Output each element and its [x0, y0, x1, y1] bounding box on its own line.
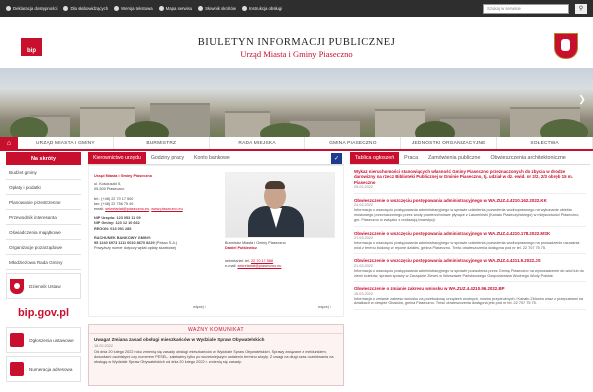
- site-header: bip BIULETYN INFORMACJI PUBLICZNEJ Urząd…: [0, 17, 593, 68]
- sidebar-heading: Na skróty: [6, 152, 81, 165]
- office-details: Urząd Miasta i Gminy Piaseczno ul. Kości…: [88, 165, 344, 317]
- city-banner: ❯: [0, 68, 593, 137]
- tab-management[interactable]: Kierownictwo urzędu: [88, 152, 146, 164]
- nav-item-municipality[interactable]: GMINA PIASECZNO: [305, 137, 402, 149]
- sidebar-item-fees[interactable]: Opłaty i podatki: [6, 180, 81, 195]
- news-body: Informacja o wszczęciu postępowania admi…: [354, 240, 580, 250]
- nav-item-villages[interactable]: SOŁECTWA: [497, 137, 593, 149]
- nav-item-units[interactable]: JEDNOSTKI ORGANIZACYJNE: [401, 137, 498, 149]
- list-item: Obwieszczenie o wszczęciu postępowania a…: [354, 227, 586, 255]
- accessibility-link[interactable]: Deklaracja dostępności: [6, 6, 57, 11]
- notice-title[interactable]: Uwaga! Zmiana zasad obsługi mieszkańców …: [89, 334, 343, 343]
- page: Deklaracja dostępności Dla słabowidzącyc…: [0, 0, 593, 392]
- sidebar: Na skróty Budżet gminy Opłaty i podatki …: [6, 152, 81, 382]
- sidebar-item-youth-council[interactable]: Młodzieżowa Rada Gminy: [6, 255, 81, 270]
- journal-of-laws-link[interactable]: Dziennik Ustaw: [6, 273, 81, 299]
- news-body: Informacja o wszczęciu postępowania admi…: [354, 208, 580, 222]
- office-more-link[interactable]: więcej: [193, 305, 206, 309]
- home-icon[interactable]: ⌂: [0, 137, 18, 149]
- news-body: Informacja o zmianie zakresu wniosku na …: [354, 296, 583, 306]
- list-item: Obwieszczenie o zmianie zakresu wniosku …: [354, 282, 586, 311]
- manual-link[interactable]: Instrukcja obsługi: [241, 6, 282, 11]
- nav-item-council[interactable]: RADA MIEJSKA: [210, 137, 306, 149]
- search-button[interactable]: ⚲: [575, 3, 587, 14]
- glossary-link[interactable]: Słownik skrótów: [198, 6, 236, 11]
- office-tabs: Kierownictwo urzędu Godziny pracy Konto …: [88, 152, 344, 165]
- office-panel: Kierownictwo urzędu Godziny pracy Konto …: [88, 152, 344, 386]
- announcement-tabs: Tablica ogłoszeń Praca Zamówienia public…: [350, 152, 590, 165]
- tab-jobs[interactable]: Praca: [399, 152, 423, 164]
- tab-bank-account[interactable]: Konto bankowe: [189, 152, 235, 164]
- search-input[interactable]: Szukaj w serwisie: [483, 3, 569, 14]
- text-version-link[interactable]: Wersja tekstowa: [114, 6, 153, 11]
- epuap-icon[interactable]: ✓: [331, 153, 342, 164]
- content-area: Na skróty Budżet gminy Opłaty i podatki …: [0, 152, 593, 392]
- bulletin-title: BIULETYN INFORMACJI PUBLICZNEJ: [197, 37, 396, 48]
- eye-icon: [63, 6, 69, 11]
- notice-body: Od dnia 20 lutego 2022 roku zmienią się …: [94, 349, 334, 364]
- info-icon: [241, 6, 247, 11]
- nav-item-office[interactable]: URZĄD MIASTA I GMINY: [18, 137, 114, 149]
- announcements-panel: Tablica ogłoszeń Praca Zamówienia public…: [350, 152, 590, 311]
- statutory-notices-link[interactable]: Ogłoszenia ustawowe: [6, 327, 81, 353]
- tab-notice-board[interactable]: Tablica ogłoszeń: [350, 152, 400, 164]
- mayor-photo: [225, 172, 335, 238]
- mayor-card: Burmistrz Miasta i Gminy Piaseczno Danie…: [225, 172, 335, 269]
- news-list: Wykaz nieruchomości stanowiących własnoś…: [350, 165, 590, 311]
- list-item: Obwieszczenie o wszczęciu postępowania a…: [354, 254, 586, 283]
- utility-bar: Deklaracja dostępności Dla słabowidzącyc…: [0, 0, 593, 17]
- office-email-link[interactable]: sekretariat@piaseczno.eu: [105, 207, 149, 211]
- banner-next-icon[interactable]: ❯: [577, 94, 587, 104]
- office-www-link[interactable]: www.piaseczno.eu: [151, 207, 182, 211]
- news-body: Informacja o wszczęciu postępowania admi…: [354, 268, 584, 278]
- sidebar-item-budget[interactable]: Budżet gminy: [6, 165, 81, 180]
- list-item: Obwieszczenie o wszczęciu postępowania a…: [354, 194, 586, 227]
- office-name: Urząd Miasta i Gminy Piaseczno: [240, 49, 353, 59]
- sidebar-item-ngo[interactable]: Organizacje pozarządowe: [6, 240, 81, 255]
- sitemap-icon: [158, 6, 164, 11]
- coat-of-arms-icon: [554, 33, 578, 59]
- mayor-email-link[interactable]: sekretariat@piaseczno.eu: [237, 264, 281, 268]
- tab-architectural-notices[interactable]: Obwieszczenia architektoniczne: [485, 152, 570, 164]
- book-icon: [198, 6, 204, 11]
- accessibility-icon: [6, 6, 11, 11]
- sidebar-item-guide[interactable]: Przewodnik interesanta: [6, 210, 81, 225]
- notice-heading: WAŻNY KOMUNIKAT: [89, 325, 343, 334]
- sidebar-item-declarations[interactable]: Oświadczenia majątkowe: [6, 225, 81, 240]
- contrast-icon: [114, 6, 120, 11]
- bip-gov-link[interactable]: bip.gov.pl: [6, 302, 81, 324]
- tab-public-procurement[interactable]: Zamówienia publiczne: [423, 152, 485, 164]
- main-nav: ⌂ URZĄD MIASTA I GMINY BURMISTRZ RADA MI…: [0, 137, 593, 151]
- tab-hours[interactable]: Godziny pracy: [146, 152, 189, 164]
- notices-icon: [10, 333, 24, 347]
- mayor-more-link[interactable]: więcej: [318, 305, 331, 309]
- search-icon: ⚲: [578, 6, 584, 12]
- map-icon: [10, 362, 24, 376]
- page-title: BIULETYN INFORMACJI PUBLICZNEJ Urząd Mia…: [0, 37, 593, 59]
- office-contact: Urząd Miasta i Gminy Piaseczno ul. Kości…: [94, 174, 183, 251]
- important-notice: WAŻNY KOMUNIKAT Uwaga! Zmiana zasad obsł…: [88, 324, 344, 386]
- sidebar-item-planning[interactable]: Planowanie przestrzenne: [6, 195, 81, 210]
- low-vision-link[interactable]: Dla słabowidzących: [63, 6, 108, 11]
- news-date: 25.03.2022: [354, 184, 374, 189]
- list-item: Wykaz nieruchomości stanowiących własnoś…: [354, 165, 586, 194]
- address-numbering-link[interactable]: Numeracja adresowa: [6, 356, 81, 382]
- sitemap-link[interactable]: Mapa serwisu: [158, 6, 192, 11]
- mayor-phone-link[interactable]: 22 70 17 588: [251, 259, 273, 263]
- news-title[interactable]: Wykaz nieruchomości stanowiących własnoś…: [354, 169, 586, 185]
- nav-item-mayor[interactable]: BURMISTRZ: [114, 137, 210, 149]
- eagle-emblem-icon: [10, 278, 24, 294]
